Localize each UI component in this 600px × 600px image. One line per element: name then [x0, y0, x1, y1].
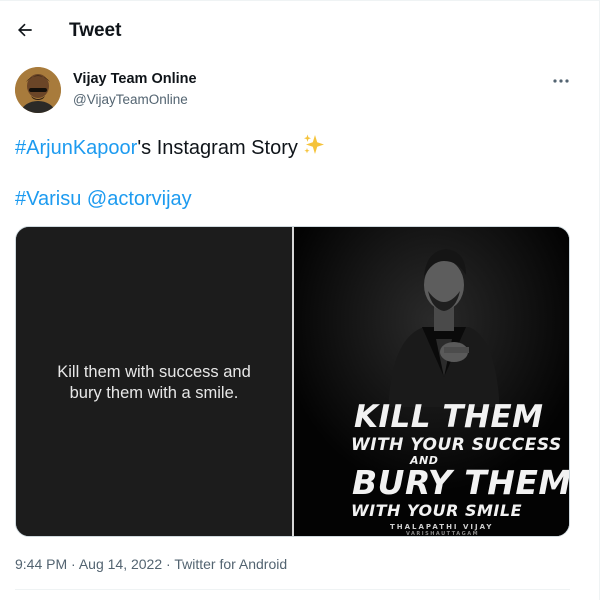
poster-signature: THALAPATHI VIJAY — [390, 523, 494, 531]
more-horizontal-icon — [553, 79, 569, 83]
poster-text: KILL THEM WITH YOUR SUCCESS AND BURY THE… — [294, 227, 570, 537]
sparkles-icon — [302, 133, 326, 163]
hashtag-link-varisu[interactable]: #Varisu — [15, 188, 81, 210]
tweet-page: Tweet Vijay Team Online @VijayTeamOnline… — [0, 0, 600, 600]
poster-line-4: BURY THEM — [352, 463, 570, 502]
tweet-source[interactable]: Twitter for Android — [174, 556, 287, 572]
tweet-time[interactable]: 9:44 PM — [15, 556, 67, 572]
tweet-meta: 9:44 PM · Aug 14, 2022 · Twitter for And… — [15, 556, 287, 572]
author-handle[interactable]: @VijayTeamOnline — [73, 92, 188, 107]
meta-separator: · — [71, 556, 76, 572]
poster-line-2: WITH YOUR SUCCESS — [351, 435, 562, 455]
back-button[interactable] — [12, 17, 38, 43]
header: Tweet — [0, 1, 600, 61]
author-name[interactable]: Vijay Team Online — [73, 71, 197, 87]
page-title: Tweet — [69, 20, 122, 41]
meta-separator-2: · — [166, 556, 171, 572]
avatar[interactable] — [15, 67, 61, 113]
story-quote-panel: Kill them with success and bury them wit… — [16, 227, 292, 536]
story-quote-line-1: Kill them with success and — [57, 363, 251, 381]
poster-line-5: WITH YOUR SMILE — [351, 501, 522, 520]
poster-line-1: KILL THEM — [354, 399, 544, 435]
story-quote: Kill them with success and bury them wit… — [16, 362, 292, 404]
mention-link[interactable]: @actorvijay — [87, 188, 192, 210]
poster-panel: KILL THEM WITH YOUR SUCCESS AND BURY THE… — [294, 227, 570, 537]
more-button[interactable] — [548, 71, 574, 91]
story-quote-line-2: bury them with a smile. — [69, 384, 239, 402]
tweet-media[interactable]: Kill them with success and bury them wit… — [15, 226, 570, 537]
tweet-text: 's Instagram Story — [137, 137, 298, 159]
tweet-text-line-2: #Varisu @actorvijay — [15, 188, 192, 211]
divider — [15, 589, 570, 590]
hashtag-link[interactable]: #ArjunKapoor — [15, 137, 137, 159]
tweet-text-line-1: #ArjunKapoor's Instagram Story — [15, 133, 326, 163]
tweet-date[interactable]: Aug 14, 2022 — [79, 556, 162, 572]
poster-credit: VARISHAUTTAGAM — [406, 531, 480, 537]
arrow-left-icon — [18, 23, 32, 37]
avatar-image — [15, 67, 61, 113]
